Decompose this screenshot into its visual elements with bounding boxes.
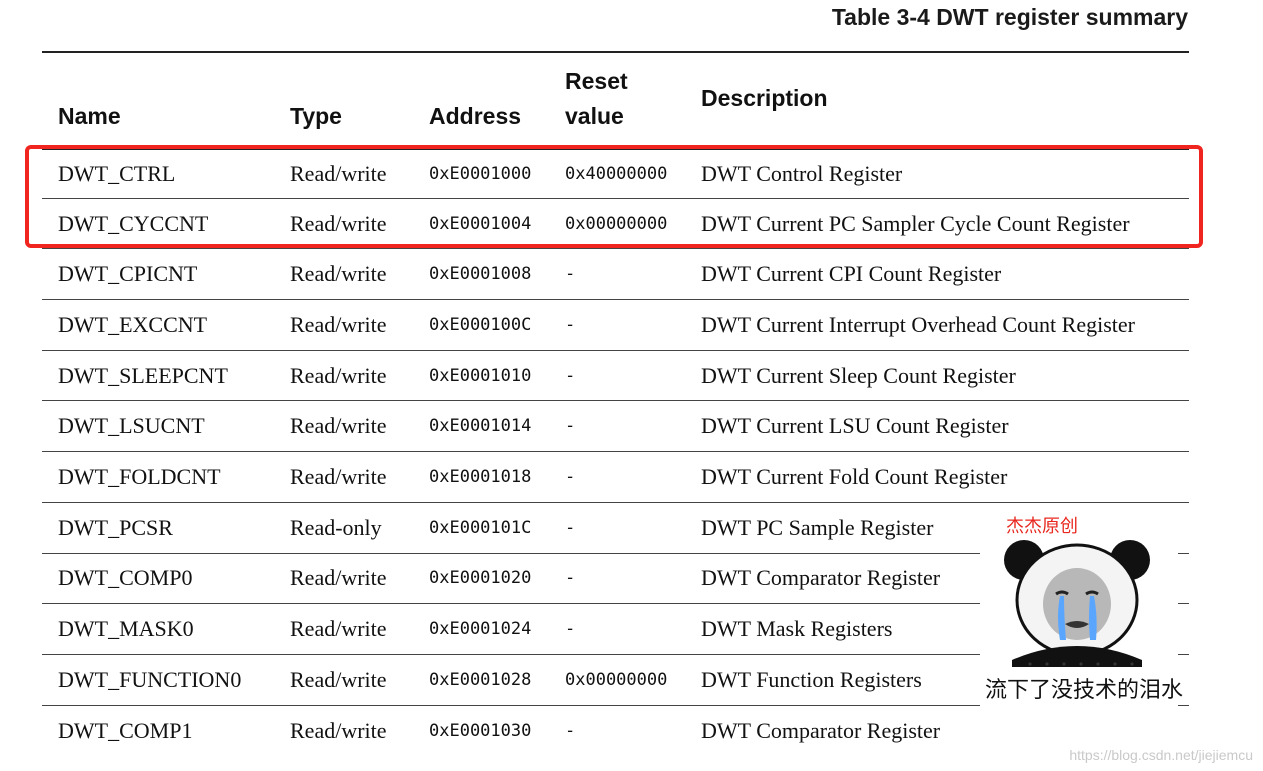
cell-address: 0xE0001010: [429, 365, 532, 386]
cell-address: 0xE0001014: [429, 416, 532, 437]
header-name: Name: [58, 103, 121, 129]
header-description: Description: [701, 85, 828, 111]
cell-description: DWT Current CPI Count Register: [701, 261, 1002, 287]
cell-reset: -: [565, 568, 576, 589]
cell-address: 0xE0001020: [429, 568, 532, 589]
cell-reset: -: [565, 720, 576, 741]
table-row: DWT_EXCCNT Read/write 0xE000100C - DWT C…: [42, 300, 1189, 351]
cell-description: DWT Mask Registers: [701, 616, 893, 642]
table-row: DWT_CPICNT Read/write 0xE0001008 - DWT C…: [42, 249, 1189, 301]
header-reset-line2: value: [565, 103, 624, 129]
cell-name: DWT_CPICNT: [58, 261, 198, 287]
cell-name: DWT_FUNCTION0: [58, 666, 242, 692]
cell-description: DWT Current Interrupt Overhead Count Reg…: [701, 311, 1135, 337]
cell-reset: -: [565, 517, 576, 538]
watermark: https://blog.csdn.net/jiejiemcu: [1069, 747, 1253, 763]
highlight-box: [25, 145, 1203, 248]
cell-reset: -: [565, 264, 576, 285]
table-row: DWT_SLEEPCNT Read/write 0xE0001010 - DWT…: [42, 351, 1189, 402]
cell-address: 0xE0001028: [429, 669, 532, 690]
header-address: Address: [429, 103, 522, 129]
cell-name: DWT_COMP1: [58, 717, 193, 743]
meme-sticker: 杰杰原创 流下了没技术的泪水: [980, 512, 1183, 722]
table-row: DWT_LSUCNT Read/write 0xE0001014 - DWT C…: [42, 401, 1189, 453]
cell-reset: -: [565, 314, 576, 335]
panda-face-icon: [1004, 540, 1150, 667]
cell-address: 0xE0001008: [429, 264, 532, 285]
header-type: Type: [290, 103, 342, 129]
cell-address: 0xE0001024: [429, 619, 532, 640]
cell-reset: -: [565, 619, 576, 640]
cell-type: Read-only: [290, 514, 382, 540]
cell-address: 0xE000101C: [429, 517, 532, 538]
cell-type: Read/write: [290, 616, 387, 642]
cell-name: DWT_PCSR: [58, 514, 173, 540]
cell-type: Read/write: [290, 666, 387, 692]
cell-name: DWT_EXCCNT: [58, 311, 208, 337]
cell-type: Read/write: [290, 463, 387, 489]
cell-description: DWT Current Fold Count Register: [701, 463, 1008, 489]
cell-address: 0xE0001018: [429, 466, 532, 487]
cell-name: DWT_LSUCNT: [58, 413, 205, 439]
header-reset-line1: Reset: [565, 68, 628, 94]
meme-bottom-text: 流下了没技术的泪水: [985, 678, 1184, 703]
cell-name: DWT_COMP0: [58, 565, 193, 591]
cell-type: Read/write: [290, 717, 387, 743]
table-header: Name Type Address Reset value Descriptio…: [42, 53, 1189, 148]
cell-description: DWT PC Sample Register: [701, 514, 934, 540]
cell-name: DWT_FOLDCNT: [58, 463, 221, 489]
cell-description: DWT Current LSU Count Register: [701, 413, 1009, 439]
cell-description: DWT Current Sleep Count Register: [701, 362, 1016, 388]
table-caption: Table 3-4 DWT register summary: [831, 4, 1188, 30]
cell-type: Read/write: [290, 261, 387, 287]
table-row: DWT_FOLDCNT Read/write 0xE0001018 - DWT …: [42, 452, 1189, 503]
cell-type: Read/write: [290, 311, 387, 337]
cell-reset: -: [565, 416, 576, 437]
cell-type: Read/write: [290, 413, 387, 439]
cell-type: Read/write: [290, 362, 387, 388]
cell-address: 0xE0001030: [429, 720, 532, 741]
cell-description: DWT Comparator Register: [701, 565, 941, 591]
cell-reset: 0x00000000: [565, 669, 668, 690]
cell-reset: -: [565, 365, 576, 386]
cell-name: DWT_SLEEPCNT: [58, 362, 228, 388]
cell-reset: -: [565, 466, 576, 487]
cell-address: 0xE000100C: [429, 314, 532, 335]
cell-name: DWT_MASK0: [58, 616, 194, 642]
cell-description: DWT Comparator Register: [701, 717, 941, 743]
cell-type: Read/write: [290, 565, 387, 591]
header-reset-value: Reset value: [565, 64, 685, 134]
cell-description: DWT Function Registers: [701, 666, 922, 692]
